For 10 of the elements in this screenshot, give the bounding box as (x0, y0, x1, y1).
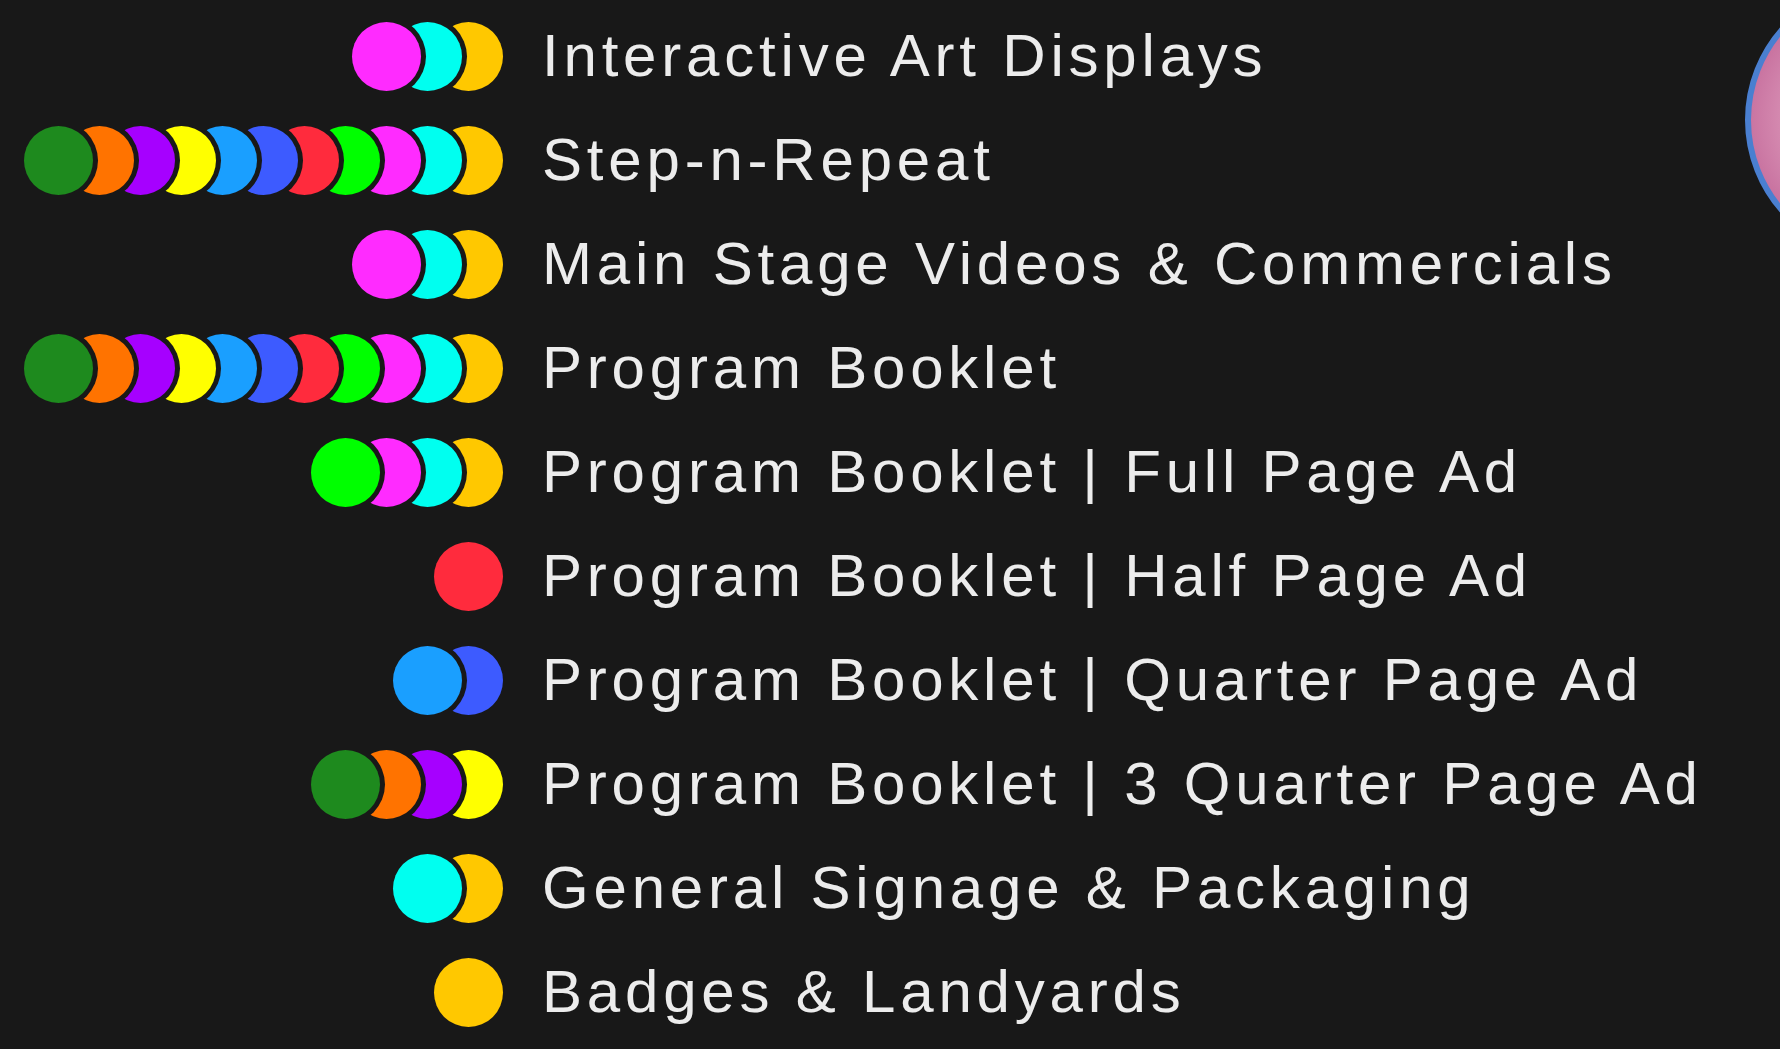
category-label: Program Booklet | Full Page Ad (542, 442, 1522, 502)
category-label: Program Booklet (542, 338, 1061, 398)
category-label: Interactive Art Displays (542, 26, 1268, 86)
category-label: Program Booklet | Half Page Ad (542, 546, 1533, 606)
category-label: Main Stage Videos & Commercials (542, 234, 1617, 294)
category-label: Badges & Landyards (542, 962, 1186, 1022)
category-label: Program Booklet | 3 Quarter Page Ad (542, 754, 1703, 814)
category-label: Program Booklet | Quarter Page Ad (542, 650, 1644, 710)
category-label: General Signage & Packaging (542, 858, 1476, 918)
category-label: Step-n-Repeat (542, 130, 995, 190)
